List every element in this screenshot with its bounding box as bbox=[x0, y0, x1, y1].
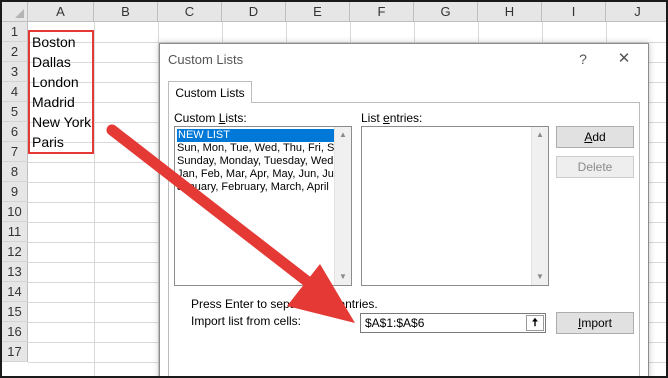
range-highlight-box bbox=[28, 30, 94, 154]
row-header-3[interactable]: 3 bbox=[2, 62, 28, 82]
column-header-g[interactable]: G bbox=[414, 2, 478, 22]
list-item[interactable]: Sun, Mon, Tue, Wed, Thu, Fri, Sat bbox=[177, 142, 344, 155]
scroll-down-icon[interactable]: ▼ bbox=[335, 269, 351, 285]
row-header-1[interactable]: 1 bbox=[2, 22, 28, 42]
row-header-16[interactable]: 16 bbox=[2, 322, 28, 342]
column-header-b[interactable]: B bbox=[94, 2, 158, 22]
row-header-9[interactable]: 9 bbox=[2, 182, 28, 202]
row-header-7[interactable]: 7 bbox=[2, 142, 28, 162]
tab-custom-lists[interactable]: Custom Lists bbox=[168, 81, 252, 103]
delete-button[interactable]: Delete bbox=[556, 156, 634, 178]
select-all-corner[interactable] bbox=[2, 2, 28, 22]
collapse-dialog-icon[interactable]: 🠅 bbox=[526, 315, 544, 331]
list-entries-textarea[interactable]: ▲ ▼ bbox=[361, 126, 549, 286]
separator-hint: Press Enter to separate list entries. bbox=[191, 297, 378, 311]
gridline bbox=[94, 22, 95, 376]
custom-lists-dialog: Custom Lists ? ✕ Custom Lists Custom Lis… bbox=[159, 43, 649, 376]
row-header-4[interactable]: 4 bbox=[2, 82, 28, 102]
dialog-title: Custom Lists bbox=[168, 52, 244, 67]
scroll-down-icon[interactable]: ▼ bbox=[532, 269, 548, 285]
list-entries-scrollbar[interactable]: ▲ ▼ bbox=[531, 127, 548, 285]
add-button[interactable]: Add bbox=[556, 126, 634, 148]
scroll-up-icon[interactable]: ▲ bbox=[335, 127, 351, 143]
import-label: Import list from cells: bbox=[191, 314, 302, 328]
column-header-f[interactable]: F bbox=[350, 2, 414, 22]
list-item[interactable]: Jan, Feb, Mar, Apr, May, Jun, Jul bbox=[177, 168, 336, 181]
scroll-up-icon[interactable]: ▲ bbox=[532, 127, 548, 143]
row-header-10[interactable]: 10 bbox=[2, 202, 28, 222]
column-header-h[interactable]: H bbox=[478, 2, 542, 22]
column-header-a[interactable]: A bbox=[28, 2, 94, 22]
custom-lists-scrollbar[interactable]: ▲ ▼ bbox=[334, 127, 351, 285]
help-icon[interactable]: ? bbox=[572, 48, 594, 70]
list-item[interactable]: Sunday, Monday, Tuesday, Wednesday bbox=[177, 155, 351, 168]
column-header-i[interactable]: I bbox=[542, 2, 606, 22]
column-header-j[interactable]: J bbox=[606, 2, 666, 22]
row-header-2[interactable]: 2 bbox=[2, 42, 28, 62]
custom-lists-listbox[interactable]: NEW LIST Sun, Mon, Tue, Wed, Thu, Fri, S… bbox=[174, 126, 352, 286]
row-header-13[interactable]: 13 bbox=[2, 262, 28, 282]
import-range-value: $A$1:$A$6 bbox=[365, 316, 425, 330]
import-range-input[interactable]: $A$1:$A$6 🠅 bbox=[360, 313, 546, 333]
column-header-c[interactable]: C bbox=[158, 2, 222, 22]
row-header-17[interactable]: 17 bbox=[2, 342, 28, 362]
column-header-e[interactable]: E bbox=[286, 2, 350, 22]
row-header-8[interactable]: 8 bbox=[2, 162, 28, 182]
close-icon[interactable]: ✕ bbox=[612, 48, 636, 70]
custom-lists-label: Custom Lists: bbox=[174, 111, 247, 125]
row-header-6[interactable]: 6 bbox=[2, 122, 28, 142]
row-header-11[interactable]: 11 bbox=[2, 222, 28, 242]
row-header-14[interactable]: 14 bbox=[2, 282, 28, 302]
column-header-d[interactable]: D bbox=[222, 2, 286, 22]
list-item-new-list[interactable]: NEW LIST bbox=[177, 129, 337, 142]
row-header-12[interactable]: 12 bbox=[2, 242, 28, 262]
list-entries-label: List entries: bbox=[361, 111, 423, 125]
screenshot-frame: A B C D E F G H I J 1 2 3 4 5 6 7 8 9 10… bbox=[0, 0, 668, 378]
list-item[interactable]: January, February, March, April bbox=[177, 181, 329, 194]
import-button[interactable]: Import bbox=[556, 312, 634, 334]
row-header-5[interactable]: 5 bbox=[2, 102, 28, 122]
row-header-15[interactable]: 15 bbox=[2, 302, 28, 322]
